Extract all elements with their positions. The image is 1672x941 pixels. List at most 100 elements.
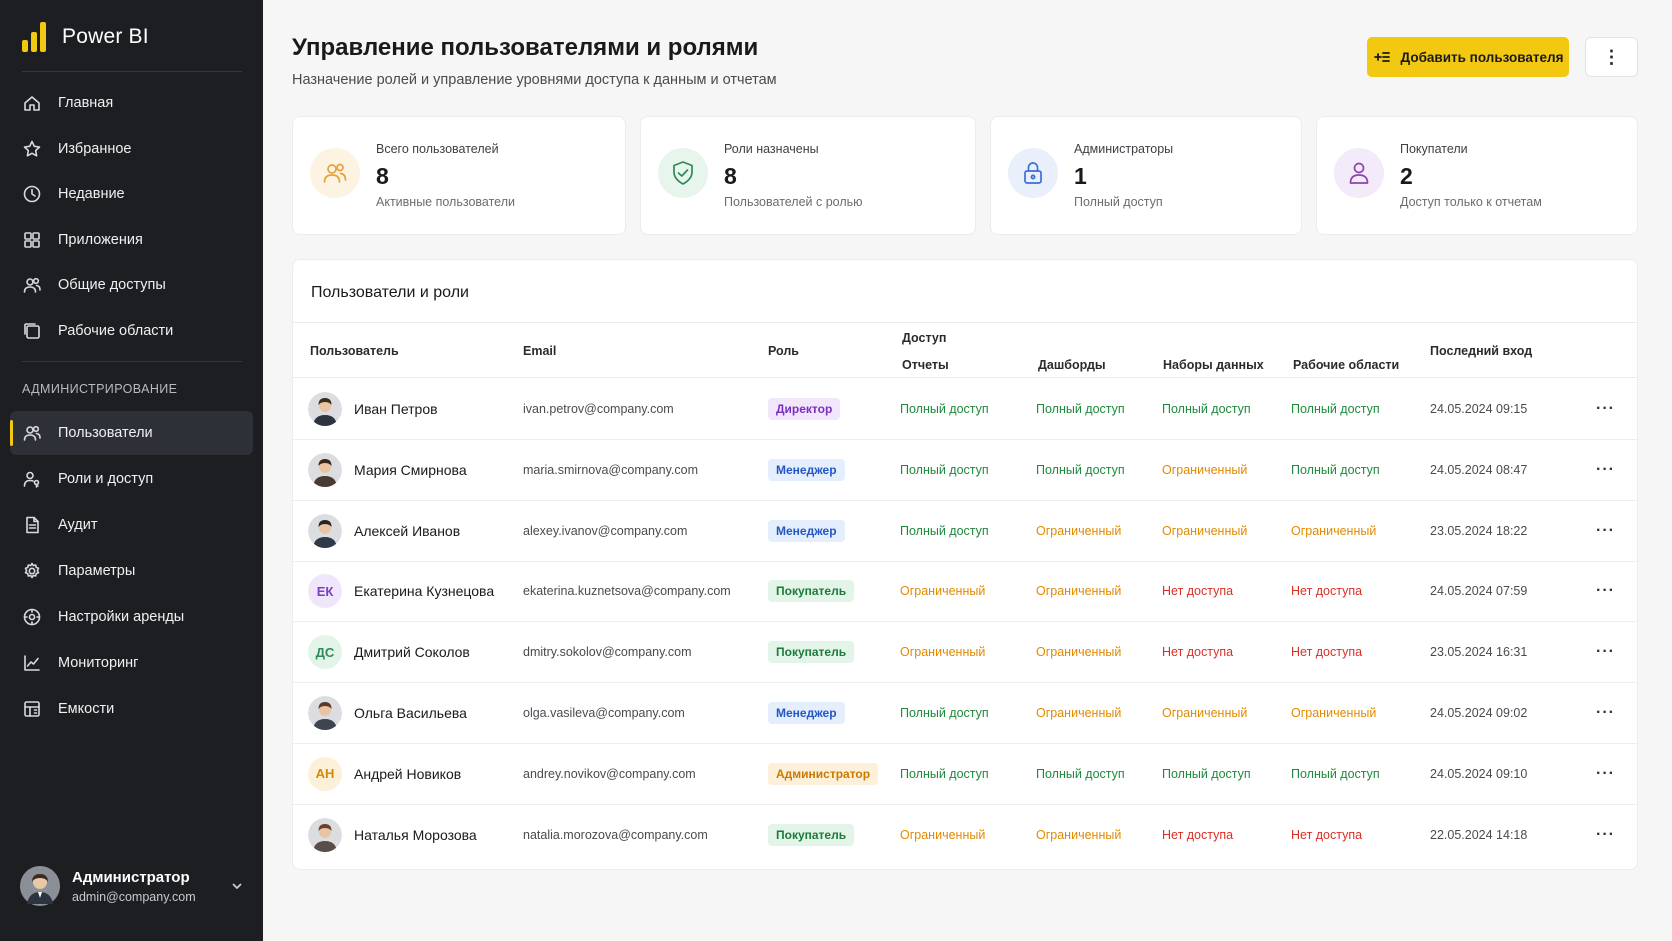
sidebar-item-capacity[interactable]: Емкости <box>10 687 253 731</box>
table-row[interactable]: Ольга Васильева olga.vasileva@company.com… <box>293 683 1637 744</box>
sidebar-item-shared-users[interactable]: Общие доступы <box>10 263 253 307</box>
stat-card[interactable]: Покупатели 2 Доступ только к отчетам <box>1316 116 1638 235</box>
last-login: 22.05.2024 14:18 <box>1430 828 1528 843</box>
access-datasets: Ограниченный <box>1162 462 1248 477</box>
row-actions-button[interactable]: ··· <box>1596 805 1615 866</box>
sidebar-item-user-key[interactable]: Роли и доступ <box>10 457 253 501</box>
row-actions-button[interactable]: ··· <box>1596 561 1615 621</box>
sidebar-item-chart-line[interactable]: Мониторинг <box>10 641 253 685</box>
row-actions-button[interactable]: ··· <box>1596 379 1615 439</box>
sidebar-item-users[interactable]: Пользователи <box>10 411 253 455</box>
row-actions-button[interactable]: ··· <box>1596 622 1615 682</box>
access-workspaces: Полный доступ <box>1291 402 1380 416</box>
access-reports: Ограниченный <box>900 645 986 660</box>
role-badge[interactable]: Менеджер <box>768 519 845 542</box>
user-name[interactable]: Ольга Васильева <box>354 705 467 721</box>
col-reports[interactable]: Отчеты <box>902 358 949 372</box>
admin-section-label: АДМИНИСТРИРОВАНИЕ <box>22 382 178 396</box>
table-header: Пользователь Email Роль Доступ Отчеты Да… <box>293 322 1637 378</box>
sidebar-item-label: Настройки аренды <box>58 609 185 625</box>
role-badge[interactable]: Покупатель <box>768 580 855 603</box>
table-row[interactable]: Мария Смирнова maria.smirnova@company.com… <box>293 440 1637 501</box>
stat-icon-wrap <box>658 148 708 198</box>
capacity-icon <box>24 701 40 717</box>
user-cell: Наталья Морозова <box>308 805 477 866</box>
table-title: Пользователи и роли <box>311 284 469 301</box>
user-name[interactable]: Наталья Морозова <box>354 827 477 843</box>
stat-value: 8 <box>724 163 737 189</box>
user-cell: ДС Дмитрий Соколов <box>308 622 470 682</box>
sidebar-item-workspaces[interactable]: Рабочие области <box>10 309 253 353</box>
row-actions-button[interactable]: ··· <box>1596 440 1615 500</box>
sidebar-item-label: Недавние <box>58 186 125 203</box>
sidebar-item-gear[interactable]: Параметры <box>10 549 253 593</box>
row-actions-button[interactable]: ··· <box>1596 683 1615 743</box>
brand[interactable]: Power BI <box>22 22 149 52</box>
table-row[interactable]: ЕК Екатерина Кузнецова ekaterina.kuznetsov… <box>293 561 1637 623</box>
current-user-menu[interactable]: Администратор admin@company.com <box>20 866 245 906</box>
col-datasets[interactable]: Наборы данных <box>1163 358 1264 372</box>
user-avatar <box>308 696 342 730</box>
col-role[interactable]: Роль <box>768 344 799 358</box>
table-row[interactable]: Иван Петров ivan.petrov@company.com Директ… <box>293 379 1637 440</box>
gear-icon <box>24 562 40 579</box>
sidebar-item-clock[interactable]: Недавние <box>10 172 253 216</box>
col-last-login[interactable]: Последний вход <box>1430 344 1532 358</box>
access-workspaces: Полный доступ <box>1291 766 1380 781</box>
sidebar-item-label: Параметры <box>58 563 136 579</box>
col-user[interactable]: Пользователь <box>310 344 399 358</box>
page-title: Управление пользователями и ролями <box>292 34 759 61</box>
col-workspaces[interactable]: Рабочие области <box>1293 358 1399 372</box>
user-avatar <box>308 392 342 426</box>
more-options-button[interactable]: ⋮ <box>1585 37 1638 77</box>
sidebar-item-home[interactable]: Главная <box>10 81 253 125</box>
role-badge[interactable]: Покупатель <box>768 641 855 664</box>
user-name[interactable]: Екатерина Кузнецова <box>354 583 494 599</box>
current-user-info: Администратор admin@company.com <box>72 869 196 904</box>
user-email: dmitry.sokolov@company.com <box>523 645 692 660</box>
user-cell: ЕК Екатерина Кузнецова <box>308 561 494 621</box>
stat-card[interactable]: Всего пользователей 8 Активные пользовател… <box>292 116 626 235</box>
access-workspaces: Полный доступ <box>1291 462 1380 477</box>
last-login: 24.05.2024 09:02 <box>1430 706 1528 720</box>
stat-label: Покупатели <box>1400 142 1468 156</box>
col-dashboards[interactable]: Дашборды <box>1038 358 1106 372</box>
role-badge[interactable]: Администратор <box>768 762 879 785</box>
user-name[interactable]: Иван Петров <box>354 401 438 417</box>
stat-subtitle: Доступ только к отчетам <box>1400 195 1542 209</box>
sidebar-divider <box>22 71 242 72</box>
row-actions-button[interactable]: ··· <box>1596 501 1615 561</box>
access-datasets: Нет доступа <box>1162 584 1234 599</box>
sidebar-item-label: Роли и доступ <box>58 471 154 487</box>
table-row[interactable]: АН Андрей Новиков andrey.novikov@company.c… <box>293 744 1637 805</box>
role-badge[interactable]: Менеджер <box>768 458 845 481</box>
user-name[interactable]: Андрей Новиков <box>354 766 461 782</box>
user-name[interactable]: Мария Смирнова <box>354 462 467 478</box>
stat-label: Всего пользователей <box>376 142 499 156</box>
table-row[interactable]: Алексей Иванов alexey.ivanov@company.com М… <box>293 501 1637 562</box>
table-row[interactable]: Наталья Морозова natalia.morozova@company… <box>293 805 1637 866</box>
stat-card[interactable]: Роли назначены 8 Пользователей с ролью <box>640 116 976 235</box>
last-login: 24.05.2024 07:59 <box>1430 584 1528 599</box>
stat-card[interactable]: Администраторы 1 Полный доступ <box>990 116 1302 235</box>
role-badge[interactable]: Директор <box>768 398 841 420</box>
user-email: ekaterina.kuznetsova@company.com <box>523 584 731 599</box>
sidebar-item-star[interactable]: Избранное <box>10 127 253 171</box>
sidebar-item-apps[interactable]: Приложения <box>10 218 253 262</box>
col-email[interactable]: Email <box>523 344 556 358</box>
stat-label: Роли назначены <box>724 142 819 156</box>
sidebar-item-document[interactable]: Аудит <box>10 503 253 547</box>
user-name[interactable]: Алексей Иванов <box>354 523 460 539</box>
sidebar-item-tenant-settings[interactable]: Настройки аренды <box>10 595 253 639</box>
add-user-button[interactable]: Добавить пользователя <box>1367 37 1569 77</box>
chevron-down-icon[interactable] <box>229 878 245 894</box>
shield-check-icon <box>673 161 693 185</box>
role-badge[interactable]: Менеджер <box>768 702 845 724</box>
table-row[interactable]: ДС Дмитрий Соколов dmitry.sokolov@company.… <box>293 622 1637 684</box>
access-workspaces: Ограниченный <box>1291 523 1377 538</box>
user-name[interactable]: Дмитрий Соколов <box>354 644 470 660</box>
col-access-group: Доступ <box>902 331 947 345</box>
role-badge[interactable]: Покупатель <box>768 824 855 847</box>
access-workspaces: Ограниченный <box>1291 706 1377 720</box>
row-actions-button[interactable]: ··· <box>1596 744 1615 804</box>
